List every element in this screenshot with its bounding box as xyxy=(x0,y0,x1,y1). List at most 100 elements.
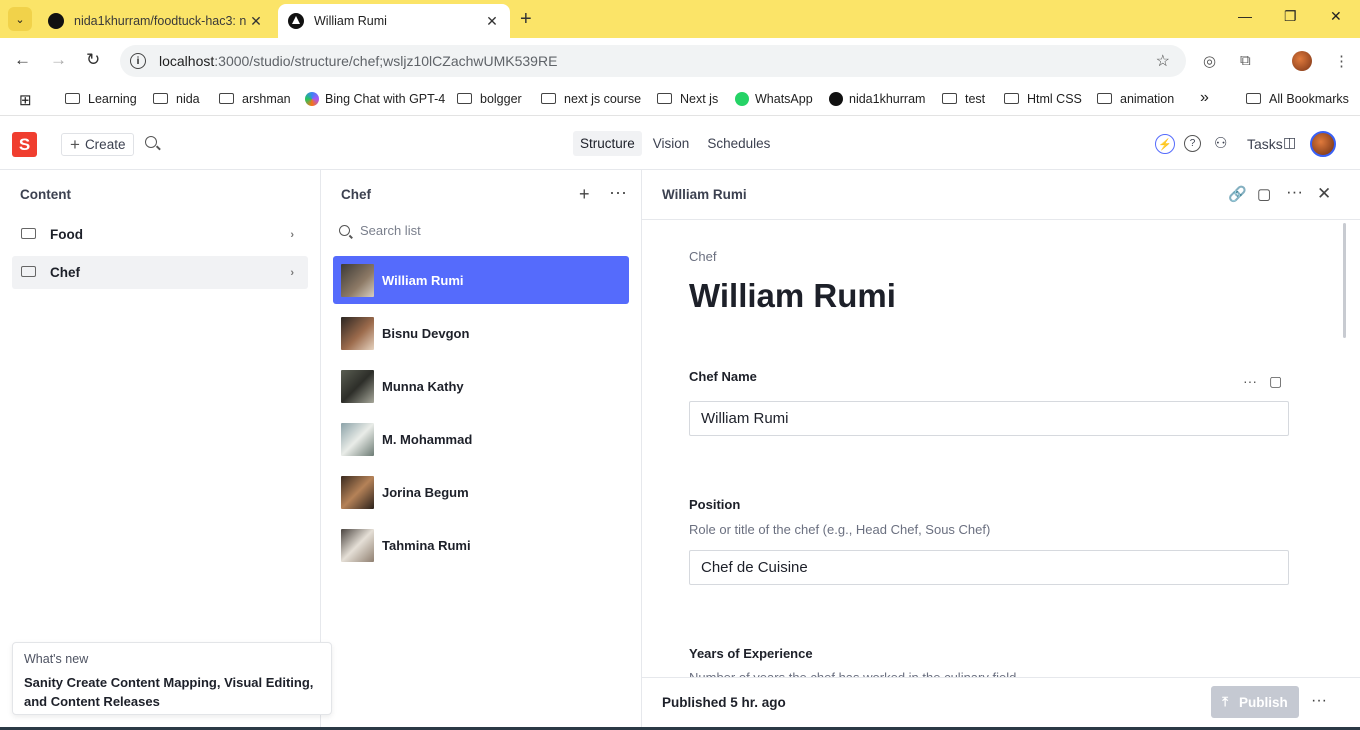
folder-icon xyxy=(1246,92,1261,104)
more-options-icon[interactable]: ··· xyxy=(1286,182,1303,202)
address-bar[interactable]: i localhost:3000/studio/structure/chef;w… xyxy=(120,45,1186,77)
chrome-menu-icon[interactable]: ⋮ xyxy=(1334,52,1349,70)
folder-icon xyxy=(541,92,556,104)
folder-icon xyxy=(457,92,472,104)
bing-icon xyxy=(305,92,319,106)
forward-arrow-icon[interactable]: → xyxy=(50,50,67,70)
folder-icon xyxy=(942,92,957,104)
folder-icon xyxy=(153,92,168,104)
site-info-icon[interactable]: i xyxy=(130,53,146,69)
document-footer: Published 5 hr. ago ⤒ Publish ··· xyxy=(642,677,1360,730)
chef-name: William Rumi xyxy=(382,272,464,288)
browser-profile-avatar[interactable] xyxy=(1292,51,1312,71)
bookmark-bing-chat[interactable]: Bing Chat with GPT-4 xyxy=(305,92,445,106)
reload-icon[interactable]: ↻ xyxy=(86,50,100,70)
chef-name: Tahmina Rumi xyxy=(382,537,471,553)
create-button[interactable]: + Create xyxy=(61,133,135,156)
bookmark-test[interactable]: test xyxy=(942,92,985,106)
bookmark-next-js[interactable]: Next js xyxy=(657,92,718,106)
bookmarks-overflow-button[interactable]: » xyxy=(1200,89,1209,107)
tab-search-button[interactable]: ⌄ xyxy=(8,7,32,31)
chef-name-label: Chef Name xyxy=(689,369,757,384)
bookmark-star-icon[interactable]: ☆ xyxy=(1156,51,1170,71)
people-icon[interactable]: ⚇ xyxy=(1214,134,1227,152)
close-tab-icon[interactable]: ✕ xyxy=(484,13,500,30)
browser-toolbar: ← → ↻ i localhost:3000/studio/structure/… xyxy=(0,38,1360,84)
close-window-button[interactable]: ✕ xyxy=(1330,8,1342,25)
folder-icon xyxy=(21,266,36,277)
bookmark-nida1khurram[interactable]: nida1khurram xyxy=(829,92,925,106)
position-description: Role or title of the chef (e.g., Head Ch… xyxy=(689,522,991,537)
list-item[interactable]: Munna Kathy xyxy=(333,362,629,410)
tab-vision[interactable]: Vision xyxy=(646,131,697,156)
whats-new-card[interactable]: What's new Sanity Create Content Mapping… xyxy=(12,642,332,715)
bookmark-whatsapp[interactable]: WhatsApp xyxy=(735,92,813,106)
more-options-icon[interactable]: ··· xyxy=(609,182,627,203)
tab-schedules[interactable]: Schedules xyxy=(700,131,777,156)
publish-button[interactable]: ⤒ Publish xyxy=(1211,686,1299,718)
list-item[interactable]: Jorina Begum xyxy=(333,468,629,516)
more-actions-icon[interactable]: ··· xyxy=(1311,692,1327,710)
url-path: :3000/studio/structure/chef;wsljz10lCZac… xyxy=(214,53,558,69)
scrollbar[interactable] xyxy=(1343,223,1346,338)
bookmark-arshman[interactable]: arshman xyxy=(219,92,291,106)
tasks-button[interactable]: Tasks xyxy=(1247,136,1283,152)
search-list-input[interactable]: Search list xyxy=(339,223,421,238)
position-field[interactable]: Chef de Cuisine xyxy=(689,550,1289,585)
list-item[interactable]: Bisnu Devgon xyxy=(333,309,629,357)
browser-tab-github[interactable]: nida1khurram/foodtuck-hac3: n ✕ xyxy=(38,4,274,38)
bookmarks-bar: ⊞ Learning nida arshman Bing Chat with G… xyxy=(0,84,1360,116)
panel-toggle-icon[interactable]: ◫ xyxy=(1283,134,1296,151)
divider xyxy=(642,219,1360,220)
chef-list-pane: Chef + ··· Search list William Rumi Bisn… xyxy=(321,170,642,730)
content-item-chef[interactable]: Chef › xyxy=(12,256,308,289)
lightning-icon[interactable]: ⚡ xyxy=(1155,134,1175,154)
field-more-icon[interactable]: ··· xyxy=(1243,373,1257,389)
bookmark-next-js-course[interactable]: next js course xyxy=(541,92,641,106)
new-tab-button[interactable]: + xyxy=(520,8,532,31)
experience-label: Years of Experience xyxy=(689,646,813,661)
bookmark-animation[interactable]: animation xyxy=(1097,92,1174,106)
folder-icon xyxy=(219,92,234,104)
close-tab-icon[interactable]: ✕ xyxy=(248,13,264,30)
search-icon xyxy=(339,225,350,236)
whats-new-label: What's new xyxy=(24,652,89,666)
list-item[interactable]: William Rumi xyxy=(333,256,629,304)
minimize-button[interactable]: — xyxy=(1238,8,1252,24)
help-icon[interactable]: ? xyxy=(1184,135,1201,152)
github-icon xyxy=(48,13,64,29)
user-avatar[interactable] xyxy=(1310,131,1336,157)
sanity-logo[interactable]: S xyxy=(12,132,37,157)
browser-tab-active[interactable]: William Rumi ✕ xyxy=(278,4,510,38)
tab-structure[interactable]: Structure xyxy=(573,131,642,156)
add-comment-icon[interactable]: ▢ xyxy=(1269,373,1282,390)
search-icon[interactable] xyxy=(145,136,157,148)
folder-icon xyxy=(1004,92,1019,104)
chef-thumbnail xyxy=(341,475,374,509)
bookmark-html-css[interactable]: Html CSS xyxy=(1004,92,1082,106)
bookmark-nida[interactable]: nida xyxy=(153,92,200,106)
position-label: Position xyxy=(689,497,741,512)
comment-icon[interactable]: ▢ xyxy=(1257,185,1271,203)
all-bookmarks-button[interactable]: All Bookmarks xyxy=(1246,92,1349,106)
list-item[interactable]: Tahmina Rumi xyxy=(333,521,629,569)
url-text: localhost:3000/studio/structure/chef;wsl… xyxy=(159,53,557,69)
content-item-food[interactable]: Food › xyxy=(12,218,308,251)
maximize-button[interactable]: ❐ xyxy=(1284,8,1297,25)
translate-icon[interactable]: ◎ xyxy=(1203,52,1216,70)
tab-title: William Rumi xyxy=(314,14,387,28)
chef-name-field[interactable]: William Rumi xyxy=(689,401,1289,436)
document-type-label: Chef xyxy=(689,249,717,264)
bookmark-bolgger[interactable]: bolgger xyxy=(457,92,522,106)
apps-grid-icon[interactable]: ⊞ xyxy=(19,91,32,109)
back-arrow-icon[interactable]: ← xyxy=(14,50,31,70)
link-icon[interactable]: 🔗 xyxy=(1228,185,1247,203)
list-item[interactable]: M. Mohammad xyxy=(333,415,629,463)
whatsapp-icon xyxy=(735,92,749,106)
bookmark-learning[interactable]: Learning xyxy=(65,92,137,106)
pane-title: Chef xyxy=(341,187,371,202)
close-icon[interactable]: ✕ xyxy=(1317,184,1331,204)
extensions-icon[interactable]: ⧉ xyxy=(1240,52,1251,69)
add-document-icon[interactable]: + xyxy=(579,184,590,205)
tab-title: nida1khurram/foodtuck-hac3: n xyxy=(74,14,247,28)
